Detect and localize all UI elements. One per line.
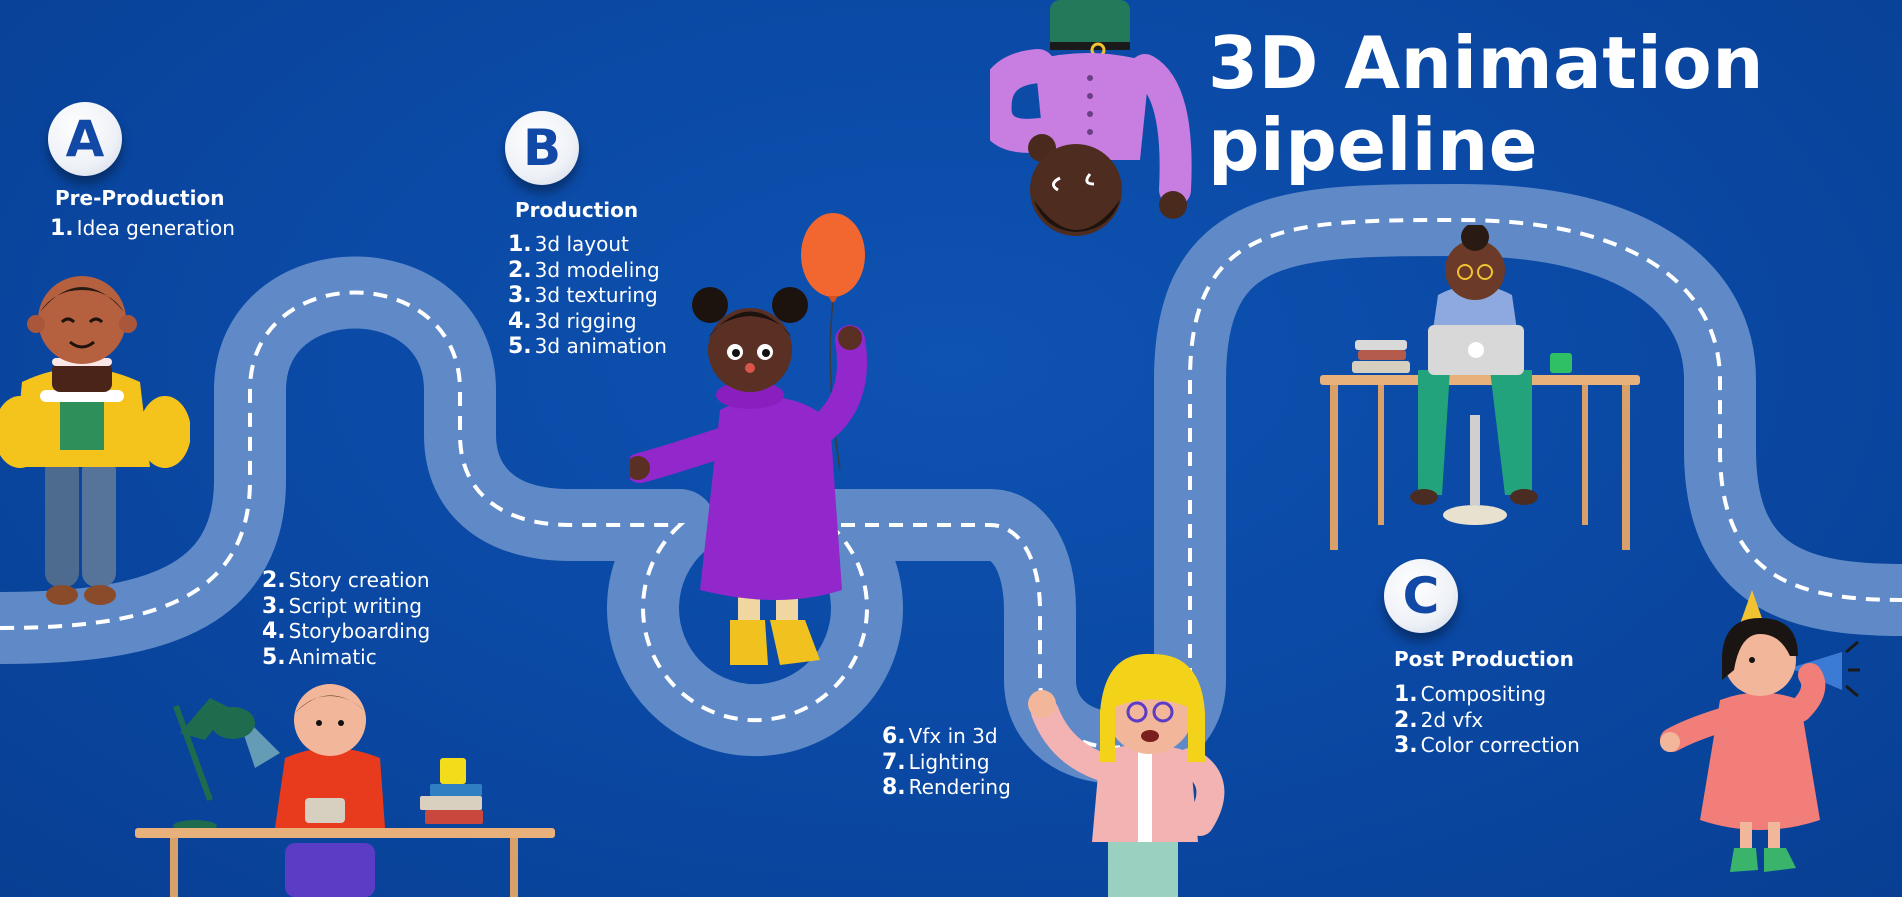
stage-c-steps: 1. Compositing 2. 2d vfx 3. Color correctio… xyxy=(1394,682,1580,759)
title-line-1: 3D Animation xyxy=(1208,21,1765,105)
pipeline-infographic: 3D Animation pipeline A Pre-Production 1… xyxy=(0,0,1902,897)
list-item: 6. Vfx in 3d xyxy=(882,724,998,749)
stage-b-badge: B xyxy=(505,111,579,185)
woman-at-laptop-desk-illustration xyxy=(1320,225,1640,550)
list-item: 3. Script writing xyxy=(262,593,422,619)
list-item: 1. Compositing xyxy=(1394,682,1547,707)
list-item: 7. Lighting xyxy=(882,749,990,775)
stage-b-steps-continued: 6. Vfx in 3d 7. Lighting 8. Rendering xyxy=(882,724,1011,801)
stage-a-steps: 1. Idea generation xyxy=(50,216,235,242)
stage-a-heading: Pre-Production xyxy=(55,186,225,210)
list-item: 1. Idea generation xyxy=(50,216,235,241)
stage-c-heading: Post Production xyxy=(1394,647,1574,671)
stage-a-badge: A xyxy=(48,102,122,176)
boy-at-desk-with-lamp-illustration xyxy=(135,684,555,897)
list-item: 2. 2d vfx xyxy=(1394,707,1484,733)
title-line-2: pipeline xyxy=(1208,103,1539,187)
list-item: 5. Animatic xyxy=(262,644,377,670)
boy-with-cake-illustration xyxy=(0,276,190,605)
waving-blonde-woman-illustration xyxy=(1028,653,1225,897)
list-item: 8. Rendering xyxy=(882,775,1011,800)
list-item: 3. Color correction xyxy=(1394,733,1580,758)
page-title: 3D Animation pipeline xyxy=(1208,22,1764,186)
stage-b-heading: Production xyxy=(515,198,639,222)
girl-with-party-horn-illustration xyxy=(1660,590,1860,872)
upside-down-boy-illustration xyxy=(990,0,1192,236)
stage-a-steps-continued: 2. Story creation 3. Script writing 4. Stor… xyxy=(262,568,430,670)
girl-with-balloon-illustration xyxy=(630,213,867,665)
list-item: 4. Storyboarding xyxy=(262,619,431,644)
stage-c-badge: C xyxy=(1384,559,1458,633)
list-item: 2. Story creation xyxy=(262,568,430,593)
